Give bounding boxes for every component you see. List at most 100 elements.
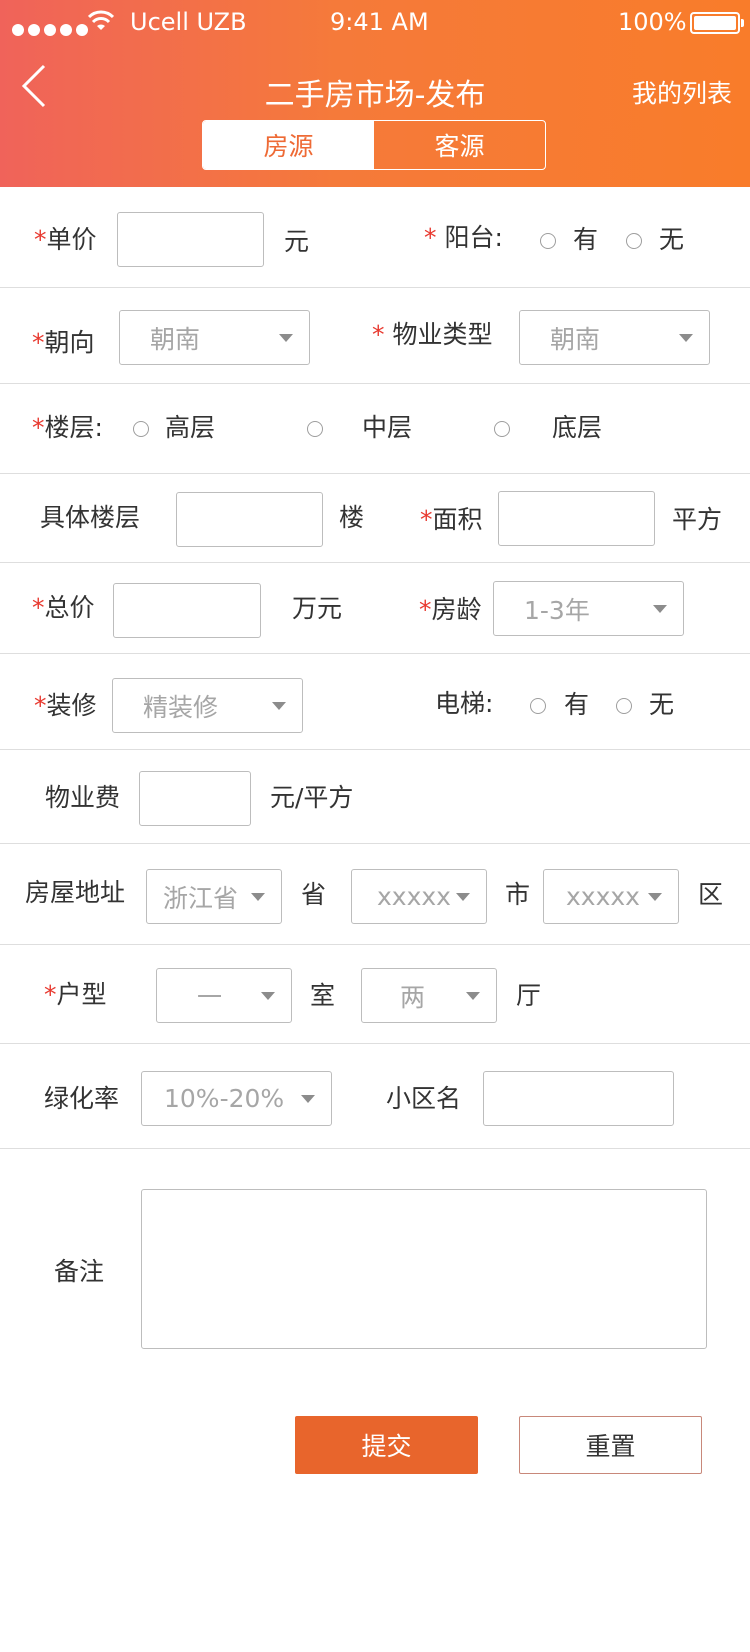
header: Ucell UZB 9:41 AM 100% 二手房市场-发布 我的列表 房源 …: [0, 0, 750, 187]
chevron-down-icon: [679, 333, 693, 342]
status-bar: Ucell UZB 9:41 AM 100%: [0, 0, 750, 44]
chevron-down-icon: [279, 333, 293, 342]
specific-floor-unit: 楼: [339, 503, 365, 532]
address-label: 房屋地址: [25, 878, 126, 907]
orientation-label: *朝向: [32, 328, 95, 357]
total-price-input[interactable]: [113, 583, 261, 638]
balcony-no-radio[interactable]: [626, 233, 642, 249]
halls-select[interactable]: 两: [361, 968, 497, 1023]
city-value: xxxxx: [377, 882, 451, 911]
province-select[interactable]: 浙江省: [146, 869, 282, 924]
community-input[interactable]: [483, 1071, 674, 1126]
area-input[interactable]: [498, 491, 655, 546]
property-type-label: * 物业类型: [372, 320, 493, 349]
unit-price-input[interactable]: [117, 212, 264, 267]
row-property-fee: 物业费 元/平方: [0, 749, 750, 844]
decoration-value: 精装修: [143, 692, 219, 722]
submit-button[interactable]: 提交: [295, 1416, 478, 1474]
district-value: xxxxx: [566, 882, 640, 911]
chevron-down-icon: [251, 892, 265, 901]
greening-value: 10%-20%: [164, 1084, 285, 1113]
balcony-yes-radio[interactable]: [540, 233, 556, 249]
elevator-yes-label: 有: [564, 690, 590, 719]
province-unit: 省: [301, 880, 327, 909]
greening-label: 绿化率: [44, 1084, 120, 1113]
chevron-down-icon: [648, 892, 662, 901]
signal-icon: [12, 14, 92, 42]
halls-unit: 厅: [516, 981, 542, 1010]
wifi-icon: [88, 10, 114, 30]
row-floor-level: *楼层: 高层 中层 底层: [0, 383, 750, 474]
district-select[interactable]: xxxxx: [543, 869, 679, 924]
orientation-select[interactable]: 朝南: [119, 310, 310, 365]
elevator-yes-radio[interactable]: [530, 698, 546, 714]
rooms-select[interactable]: 一: [156, 968, 292, 1023]
balcony-label: * 阳台:: [424, 223, 503, 252]
battery-icon: [690, 12, 744, 34]
tab-listings[interactable]: 房源: [203, 121, 374, 169]
rooms-value: 一: [197, 982, 223, 1012]
tab-clients[interactable]: 客源: [374, 121, 545, 169]
property-type-value: 朝南: [550, 324, 601, 354]
carrier-name: Ucell UZB: [130, 8, 247, 36]
floor-high-label: 高层: [165, 413, 216, 442]
reset-button[interactable]: 重置: [519, 1416, 702, 1474]
tab-switch: 房源 客源: [202, 120, 546, 170]
elevator-label: 电梯:: [435, 689, 494, 718]
floor-high-radio[interactable]: [133, 421, 149, 437]
house-age-value: 1-3年: [524, 595, 590, 625]
property-fee-label: 物业费: [45, 783, 121, 812]
district-unit: 区: [698, 880, 724, 909]
property-fee-input[interactable]: [139, 771, 251, 826]
layout-label: *户型: [44, 980, 107, 1009]
chevron-down-icon: [653, 604, 667, 613]
halls-value: 两: [400, 982, 426, 1012]
floor-mid-radio[interactable]: [307, 421, 323, 437]
remarks-textarea[interactable]: [141, 1189, 707, 1349]
balcony-yes-label: 有: [573, 225, 599, 254]
house-age-label: *房龄: [419, 595, 482, 624]
house-age-select[interactable]: 1-3年: [493, 581, 684, 636]
community-label: 小区名: [386, 1084, 462, 1113]
balcony-no-label: 无: [659, 225, 685, 254]
floor-low-label: 底层: [552, 413, 603, 442]
row-layout: *户型 一 室 两 厅: [0, 944, 750, 1044]
chevron-down-icon: [272, 701, 286, 710]
decoration-select[interactable]: 精装修: [112, 678, 303, 733]
row-unit-price: *单价 元 * 阳台: 有 无: [0, 187, 750, 288]
orientation-value: 朝南: [150, 324, 201, 354]
row-greening: 绿化率 10%-20% 小区名: [0, 1043, 750, 1149]
chevron-down-icon: [466, 991, 480, 1000]
row-address: 房屋地址 浙江省 省 xxxxx 市 xxxxx 区: [0, 843, 750, 945]
province-value: 浙江省: [163, 883, 239, 913]
my-list-link[interactable]: 我的列表: [632, 74, 732, 110]
floor-mid-label: 中层: [362, 413, 413, 442]
status-time: 9:41 AM: [330, 8, 429, 36]
row-orientation: *朝向 朝南 * 物业类型 朝南: [0, 287, 750, 384]
specific-floor-input[interactable]: [176, 492, 323, 547]
unit-price-label: *单价: [34, 225, 97, 254]
row-decoration: *装修 精装修 电梯: 有 无: [0, 653, 750, 750]
row-total-price: *总价 万元 *房龄 1-3年: [0, 562, 750, 654]
total-price-label: *总价: [32, 593, 95, 622]
area-unit: 平方: [672, 505, 723, 534]
property-fee-unit: 元/平方: [270, 783, 354, 812]
greening-select[interactable]: 10%-20%: [141, 1071, 332, 1126]
city-select[interactable]: xxxxx: [351, 869, 487, 924]
floor-level-label: *楼层:: [32, 413, 103, 442]
property-type-select[interactable]: 朝南: [519, 310, 710, 365]
area-label: *面积: [420, 505, 483, 534]
rooms-unit: 室: [310, 981, 336, 1010]
specific-floor-label: 具体楼层: [40, 503, 141, 532]
total-price-unit: 万元: [292, 594, 343, 623]
elevator-no-radio[interactable]: [616, 698, 632, 714]
elevator-no-label: 无: [649, 690, 675, 719]
floor-low-radio[interactable]: [494, 421, 510, 437]
chevron-down-icon: [301, 1094, 315, 1103]
remarks-label: 备注: [54, 1257, 105, 1286]
battery-percent: 100%: [618, 8, 687, 36]
row-specific-floor: 具体楼层 楼 *面积 平方: [0, 473, 750, 563]
unit-price-unit: 元: [284, 227, 310, 256]
chevron-down-icon: [456, 892, 470, 901]
decoration-label: *装修: [34, 691, 97, 720]
